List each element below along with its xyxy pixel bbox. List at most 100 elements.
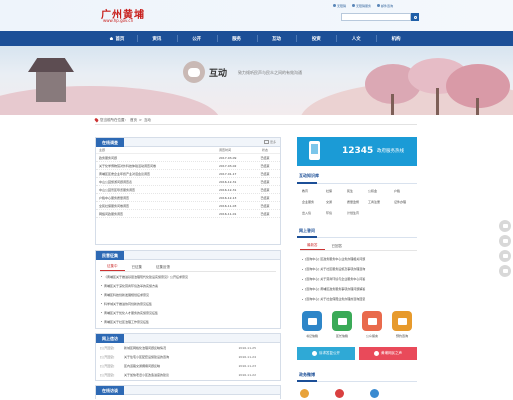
survey-table-header: 主题 调查时间 状态 <box>96 147 280 154</box>
search-button[interactable] <box>411 13 419 21</box>
netqa-list: [咨询中心] 区政务服务中心业务办理相关问题 [咨询中心] 关于社区服务设施及事… <box>297 254 417 304</box>
weibo-icon[interactable] <box>335 389 344 398</box>
wechat-icon[interactable] <box>499 220 511 232</box>
opinion-subtabs: 征集中 已征集 征集反馈 <box>100 263 276 272</box>
table-row[interactable]: 关于化学博物馆对外科技体验活动调查问卷 2017-03-02 已结束 <box>96 162 280 170</box>
list-item[interactable]: [公开回复] 关于住宅小区配套设施建设的咨询 2016-11-24 <box>96 352 280 361</box>
list-item[interactable]: [咨询中心] 区政务服务中心业务办理相关问题 <box>297 254 417 264</box>
chat-icon[interactable] <box>362 311 382 331</box>
list-item[interactable]: [公开回复] 关于加快老旧小区改造进度的建议 2016-11-22 <box>96 370 280 379</box>
top-icon[interactable] <box>499 265 511 277</box>
table-row[interactable]: 全民社保服务问卷调查 2016-11-03 已结束 <box>96 202 280 210</box>
reply-public-button[interactable]: 诉求答复公开 <box>297 347 355 360</box>
nav-item-org[interactable]: 机构 <box>376 31 416 46</box>
wheelchair-icon <box>352 4 356 7</box>
top-link-accessibility[interactable]: 无障碍 <box>333 4 346 8</box>
list-item[interactable]: [咨询中心] 关于社区服务设施及事项办理咨询 <box>297 264 417 274</box>
phone-icon <box>309 141 320 160</box>
subtab-latest[interactable]: 最新答 <box>300 242 325 250</box>
knowledge-item[interactable]: 企业服务 <box>302 200 314 204</box>
subtab-answered[interactable]: 已回答 <box>325 242 350 250</box>
list-item[interactable]: [公开回复] 区内道路交通拥堵问题反映 2016-11-23 <box>96 361 280 370</box>
search-input[interactable] <box>341 13 411 21</box>
survey-more-link[interactable]: 更多 <box>263 140 276 144</box>
knowledge-item[interactable]: 出入境 <box>302 211 311 215</box>
breadcrumb-current: 互动 <box>143 117 151 122</box>
hotline-banner[interactable]: 12345 政府服务热线 <box>297 137 417 166</box>
weibo-title: 政务微博 <box>299 372 315 377</box>
nav-item-service[interactable]: 服务 <box>216 31 257 46</box>
nav-item-home[interactable]: 首页 <box>97 31 137 46</box>
chat-bubble-icon <box>183 61 205 83</box>
knowledge-item[interactable]: 质量监督 <box>347 200 359 204</box>
interview-tab[interactable]: 在线访谈 <box>96 386 124 395</box>
table-row[interactable]: 户籍中心服务质量调查 2016-12-13 已结束 <box>96 194 280 202</box>
weibo-icon[interactable] <box>300 389 309 398</box>
tile-label: 公众留言 <box>365 334 378 338</box>
survey-tab[interactable]: 在线调查 <box>96 138 124 147</box>
nav-item-culture[interactable]: 人文 <box>336 31 376 46</box>
table-row[interactable]: 网络问政服务调查 2016-11-01 已结束 <box>96 210 280 218</box>
mail-icon <box>377 4 381 7</box>
knowledge-item[interactable]: 教育 <box>302 189 308 193</box>
knowledge-item[interactable]: 工商注册 <box>368 200 380 204</box>
mail-icon[interactable] <box>302 311 322 331</box>
breadcrumb-home[interactable]: 首页 <box>130 118 137 123</box>
table-row[interactable]: 黄埔区区委企业年终产业对话会议调查 2017-01-17 已结束 <box>96 170 280 178</box>
accessibility-icon <box>333 4 336 7</box>
netqa-title: 网上答问 <box>299 228 315 233</box>
qq-icon[interactable] <box>370 389 379 398</box>
knowledge-item[interactable]: 社保 <box>326 189 332 193</box>
top-link-mail[interactable]: 邮件咨询 <box>377 4 393 8</box>
knowledge-item[interactable]: 计划生育 <box>347 211 359 215</box>
top-bar: 广州黄埔 www.hp.gov.cn 无障碍 无障碍服务 邮件咨询 <box>0 0 513 31</box>
nav-item-interact[interactable]: 互动 <box>256 31 297 46</box>
knowledge-item[interactable]: 证件办理 <box>394 200 406 204</box>
mobile-icon[interactable] <box>499 250 511 262</box>
banner-subtitle: 致力倾听民声与民众之间的有效沟通 <box>238 70 302 75</box>
list-item[interactable]: [公开回复] 新城区网格化治理问题反映情况 2016-11-25 <box>96 343 280 352</box>
calendar-icon[interactable] <box>392 311 412 331</box>
subtab-collecting[interactable]: 征集中 <box>100 263 125 271</box>
nav-item-news[interactable]: 资讯 <box>136 31 177 46</box>
home-icon <box>109 37 114 40</box>
top-links: 无障碍 无障碍服务 邮件咨询 <box>333 2 418 9</box>
list-item[interactable]: 黄埔区关于深化营商环境改革的实施方案 <box>96 281 280 290</box>
list-item[interactable]: 黄埔区关于社区治理工作意见征集 <box>96 317 280 326</box>
table-row[interactable]: 中山公园景区导览服务调查 2016-12-31 已结束 <box>96 186 280 194</box>
knowledge-item[interactable]: 公积金 <box>368 189 377 193</box>
nav-item-invest[interactable]: 投资 <box>296 31 336 46</box>
weibo-icon[interactable] <box>499 235 511 247</box>
banner-pagoda-image <box>28 58 74 102</box>
tile-label: 预约咨询 <box>395 334 408 338</box>
subtab-collected[interactable]: 已征集 <box>125 263 150 271</box>
top-link-accessibility-service[interactable]: 无障碍服务 <box>352 4 371 8</box>
list-item[interactable]: [咨询中心] 黄埔区政务服务事项办理问题解答 <box>297 284 417 294</box>
subtab-feedback[interactable]: 征集反馈 <box>149 263 177 271</box>
netizen-voice-button[interactable]: 黄埔网民之声 <box>359 347 417 360</box>
list-item[interactable]: 《黄埔区关于推进基层治理现代化建设实施意见》公开征求意见 <box>96 272 280 281</box>
search-icon <box>413 15 417 19</box>
knowledge-item[interactable]: 户籍 <box>394 189 400 193</box>
list-item[interactable]: 黄埔区科技创新发展规划征求意见 <box>96 290 280 299</box>
list-item[interactable]: [咨询中心] 关于营商环境与企业服务中心问答 <box>297 274 417 284</box>
interview-panel: 在线访谈 <box>95 385 281 399</box>
banner-title: 互动 <box>209 69 228 79</box>
list-item[interactable]: 科学城关于推进协同创新的意见征集 <box>96 299 280 308</box>
list-item[interactable]: 黄埔区关于优化人才服务的实施意见征集 <box>96 308 280 317</box>
opinion-panel: 民意征集 征集中 已征集 征集反馈 《黄埔区关于推进基层治理现代化建设实施意见》… <box>95 250 281 329</box>
nav-item-public[interactable]: 公开 <box>176 31 217 46</box>
petition-tab[interactable]: 网上信访 <box>96 334 124 343</box>
voice-icon <box>374 351 379 356</box>
survey-panel: 在线调查 更多 主题 调查时间 状态 政务服务问题 2017-03-09 已结束 关… <box>95 137 281 245</box>
list-item[interactable]: [咨询中心] 关于社会保障业务办理的咨询回复 <box>297 294 417 304</box>
knowledge-item[interactable]: 民生 <box>347 189 353 193</box>
reply-icon <box>312 351 317 356</box>
main-nav: 首页 资讯 公开 服务 互动 投资 人文 机构 <box>0 31 513 46</box>
knowledge-item[interactable]: 环境 <box>326 211 332 215</box>
table-row[interactable]: 中山公园旅游问题调查表 2016-12-31 已结束 <box>96 178 280 186</box>
table-row[interactable]: 政务服务问题 2017-03-09 已结束 <box>96 154 280 162</box>
opinion-tab[interactable]: 民意征集 <box>96 251 124 260</box>
knowledge-item[interactable]: 交通 <box>326 200 332 204</box>
envelope-icon[interactable] <box>332 311 352 331</box>
